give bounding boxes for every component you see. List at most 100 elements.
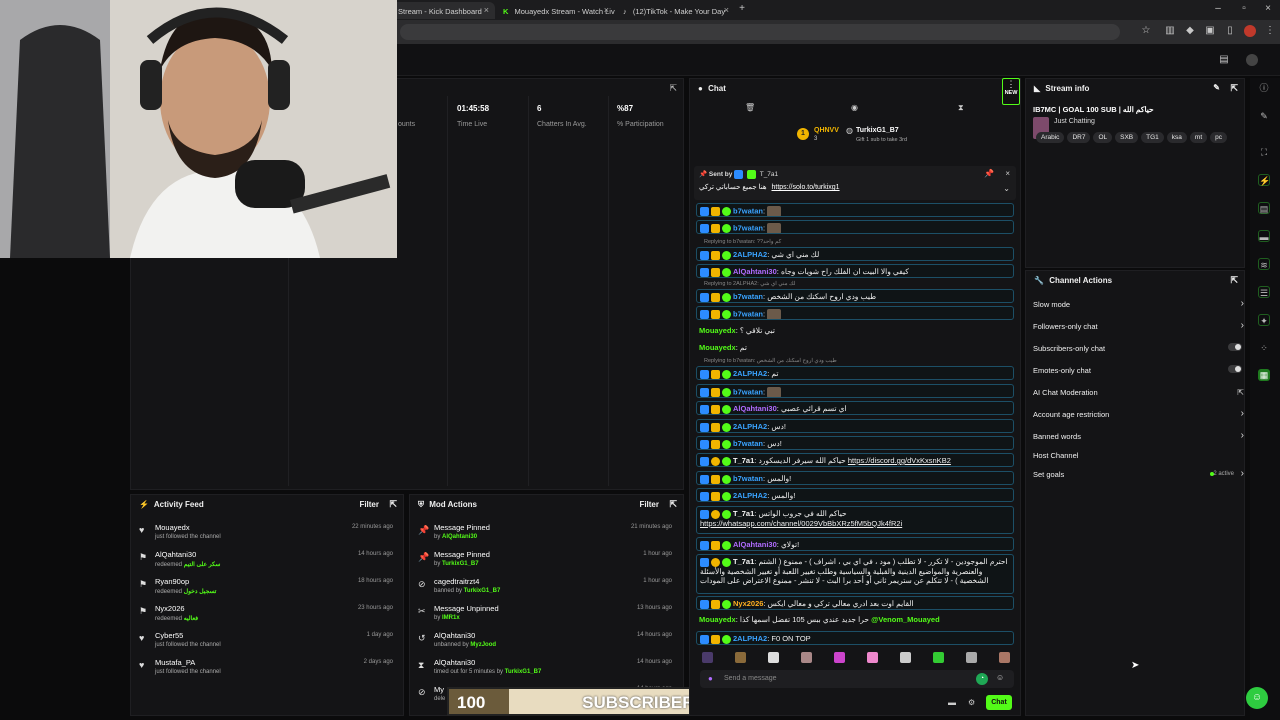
mod-action-title[interactable]: Message Pinned: [434, 523, 490, 532]
tag-pill[interactable]: TG1: [1141, 132, 1164, 143]
mod-action-title[interactable]: AlQahtani30: [434, 631, 475, 640]
mod-actor[interactable]: TurkixG1_B7: [505, 669, 542, 675]
activity-user[interactable]: Mouayedx: [155, 523, 190, 532]
pinned-link[interactable]: https://solo.to/turkixg1: [771, 184, 839, 191]
emoji-icon[interactable]: ☺: [996, 673, 1004, 682]
close-window-icon[interactable]: ×: [1262, 3, 1274, 15]
tab-tiktok[interactable]: ♪ (12)TikTok - Make Your Day ×: [615, 2, 735, 19]
chat-bubble-icon[interactable]: ▬: [948, 698, 956, 707]
hourglass-icon[interactable]: ⧗: [958, 103, 964, 113]
chat-input[interactable]: ● Send a message ◔ ☺: [700, 670, 1014, 688]
tab-kick-dashboard[interactable]: Stream - Kick Dashboard ×: [390, 2, 495, 19]
chat-username[interactable]: 2ALPHA2: [733, 250, 767, 259]
chat-username[interactable]: AlQahtani30: [733, 404, 777, 413]
mod-action-title[interactable]: My: [434, 685, 444, 694]
layout-icon[interactable]: ▤: [1218, 54, 1230, 66]
popout-icon[interactable]: ⇱: [389, 499, 397, 510]
top-gifter-name[interactable]: QHNVV: [814, 127, 839, 134]
chat-username[interactable]: b7watan: [733, 474, 763, 483]
mod-action-title[interactable]: cagedtraitrzt4: [434, 577, 479, 586]
sidebar-icon[interactable]: ▯: [1224, 25, 1236, 37]
mod-action-title[interactable]: Message Pinned: [434, 550, 490, 559]
tag-pill[interactable]: ksa: [1166, 132, 1187, 143]
mod-actor[interactable]: TurkixG1_B7: [464, 588, 501, 594]
chat-username[interactable]: b7watan: [733, 292, 763, 301]
chat-username[interactable]: b7watan: [733, 387, 763, 396]
activity-user[interactable]: Cyber55: [155, 631, 183, 640]
chat-username[interactable]: 2ALPHA2: [733, 369, 767, 378]
document-icon[interactable]: ▤: [1258, 202, 1270, 214]
chat-username[interactable]: AlQahtani30: [733, 267, 777, 276]
popout-icon[interactable]: ⇱: [669, 499, 677, 510]
emote-icon[interactable]: [900, 652, 911, 663]
chat-link[interactable]: https://whatsapp.com/channel/0029VbBbXRz…: [700, 519, 902, 528]
filter-button[interactable]: Filter: [639, 500, 659, 509]
grid-icon[interactable]: ▦: [1258, 369, 1270, 381]
tag-pill[interactable]: DR7: [1067, 132, 1091, 143]
menu-dots-icon[interactable]: ⋮: [1264, 25, 1276, 37]
emote-icon[interactable]: [966, 652, 977, 663]
channel-action-item[interactable]: Subscribers-only chat: [1029, 342, 1244, 360]
extension-icon[interactable]: ◆: [1184, 25, 1196, 37]
lightning-icon[interactable]: ⚡: [1258, 174, 1270, 186]
toggle-switch[interactable]: [1228, 343, 1242, 351]
emote-icon[interactable]: [735, 652, 746, 663]
minimize-icon[interactable]: –: [1212, 3, 1224, 15]
chat-username[interactable]: Nyx2026: [733, 599, 763, 608]
close-icon[interactable]: ×: [1005, 169, 1010, 178]
activity-user[interactable]: Mustafa_PA: [155, 658, 195, 667]
chat-username[interactable]: b7watan: [733, 439, 763, 448]
chevron-down-icon[interactable]: ⌄: [1003, 184, 1010, 193]
chat-username[interactable]: Mouayedx: [699, 615, 736, 624]
toggle-switch[interactable]: [1228, 365, 1242, 373]
whatsapp-icon[interactable]: ◔: [976, 673, 988, 685]
chat-username[interactable]: Mouayedx: [699, 326, 736, 335]
mod-action-title[interactable]: AlQahtani30: [434, 658, 475, 667]
mod-action-title[interactable]: Message Unpinned: [434, 604, 499, 613]
edit-icon[interactable]: ✎: [1213, 83, 1220, 92]
channel-action-item[interactable]: Banned words ›: [1029, 430, 1244, 448]
support-chat-icon[interactable]: ☺: [1246, 687, 1268, 709]
url-input[interactable]: [400, 24, 1120, 40]
emote-icon[interactable]: [801, 652, 812, 663]
tag-pill[interactable]: mt: [1189, 132, 1208, 143]
filter-button[interactable]: Filter: [359, 500, 379, 509]
emote-icon[interactable]: [999, 652, 1010, 663]
chat-username[interactable]: T_7a1: [733, 509, 754, 518]
emote-icon[interactable]: [834, 652, 845, 663]
mod-actor[interactable]: IMR1x: [442, 615, 460, 621]
chat-bubble-icon[interactable]: ◉: [851, 103, 858, 112]
chat-username[interactable]: T_7a1: [733, 456, 754, 465]
popout-icon[interactable]: ⇱: [669, 83, 677, 94]
list-icon[interactable]: ☰: [1258, 286, 1270, 298]
emote-icon[interactable]: [933, 652, 944, 663]
channel-action-item[interactable]: Set goals › 2 active: [1029, 468, 1244, 486]
crop-icon[interactable]: ⛶: [1258, 146, 1270, 158]
second-gifter-name[interactable]: TurkixG1_B7: [856, 127, 899, 134]
chat-username[interactable]: T_7a1: [733, 557, 754, 566]
users-icon[interactable]: ⁘: [1258, 342, 1270, 354]
info-icon[interactable]: ⓘ: [1258, 82, 1270, 94]
tag-pill[interactable]: OL: [1093, 132, 1113, 143]
tag-pill[interactable]: pc: [1210, 132, 1228, 143]
send-chat-button[interactable]: Chat: [986, 695, 1012, 710]
close-icon[interactable]: ×: [604, 5, 609, 15]
tab-mouayedx-stream[interactable]: K Mouayedx Stream - Watch Live ×: [495, 2, 615, 19]
mod-actor[interactable]: TurkixG1_B7: [442, 561, 479, 567]
trash-icon[interactable]: 🗑: [745, 103, 755, 112]
activity-user[interactable]: Ryan90op: [155, 577, 189, 586]
emote-icon[interactable]: [768, 652, 779, 663]
tag-pill[interactable]: Arabic: [1036, 132, 1065, 143]
chat-username[interactable]: 2ALPHA2: [733, 634, 767, 643]
activity-user[interactable]: AlQahtani30: [155, 550, 196, 559]
wrench-icon[interactable]: ✦: [1258, 314, 1270, 326]
close-icon[interactable]: ×: [484, 5, 489, 15]
emote-icon[interactable]: [867, 652, 878, 663]
mod-actor[interactable]: MyzJood: [470, 642, 496, 648]
maximize-icon[interactable]: ▫: [1238, 3, 1250, 15]
chat-icon[interactable]: ▬: [1258, 230, 1270, 242]
channel-action-item[interactable]: Account age restriction ›: [1029, 408, 1244, 426]
popout-icon[interactable]: ⇱: [1230, 83, 1238, 94]
chat-options-button[interactable]: ⋮ NEW: [1002, 78, 1020, 105]
chat-username[interactable]: 2ALPHA2: [733, 491, 767, 500]
